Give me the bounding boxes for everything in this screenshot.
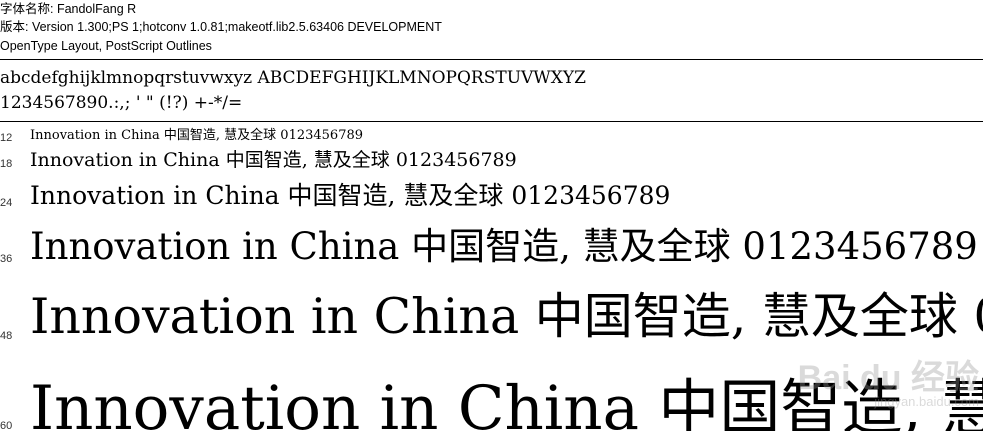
font-version-line: 版本: Version 1.300;PS 1;hotconv 1.0.81;ma…	[0, 20, 442, 34]
size-label: 36	[0, 253, 13, 265]
watermark-logo: Bai du 经验 jingyan.baidu.com	[798, 361, 979, 409]
sample-text: Innovation in China 中国智造, 慧及全球 012345678…	[30, 128, 364, 143]
sample-row-36: 36 Innovation in China 中国智造, 慧及全球 012345…	[0, 222, 983, 282]
sample-text: Innovation in China 中国智造, 慧及全球 012345678…	[30, 288, 983, 345]
watermark-logo-text: Bai du 经验	[797, 359, 979, 397]
watermark-url: jingyan.baidu.com	[874, 394, 979, 409]
size-label: 24	[0, 197, 13, 209]
size-label: 12	[0, 132, 13, 144]
sample-text: Innovation in China 中国智造, 慧及全球 012345678…	[30, 149, 517, 171]
sample-row-18: 18 Innovation in China 中国智造, 慧及全球 012345…	[0, 148, 983, 178]
charset-digits-punct: 1234567890.:,; ' " (!?) +-*/=	[0, 93, 243, 113]
sample-row-24: 24 Innovation in China 中国智造, 慧及全球 012345…	[0, 178, 983, 222]
font-type-line: OpenType Layout, PostScript Outlines	[0, 39, 212, 53]
charset-letters: abcdefghijklmnopqrstuvwxyz ABCDEFGHIJKLM…	[0, 68, 586, 88]
size-label: 18	[0, 158, 13, 170]
sample-row-12: 12 Innovation in China 中国智造, 慧及全球 012345…	[0, 127, 983, 147]
sample-text: Innovation in China 中国智造, 慧及全球 012345678…	[30, 181, 671, 210]
size-label: 60	[0, 420, 13, 431]
sample-text: Innovation in China 中国智造, 慧及全球 012345678…	[30, 225, 978, 268]
size-label: 48	[0, 330, 13, 342]
divider-samples	[0, 121, 983, 122]
font-name-line: 字体名称: FandolFang R	[0, 2, 137, 16]
sample-row-48: 48 Innovation in China 中国智造, 慧及全球 012345…	[0, 282, 983, 362]
divider-top	[0, 59, 983, 60]
